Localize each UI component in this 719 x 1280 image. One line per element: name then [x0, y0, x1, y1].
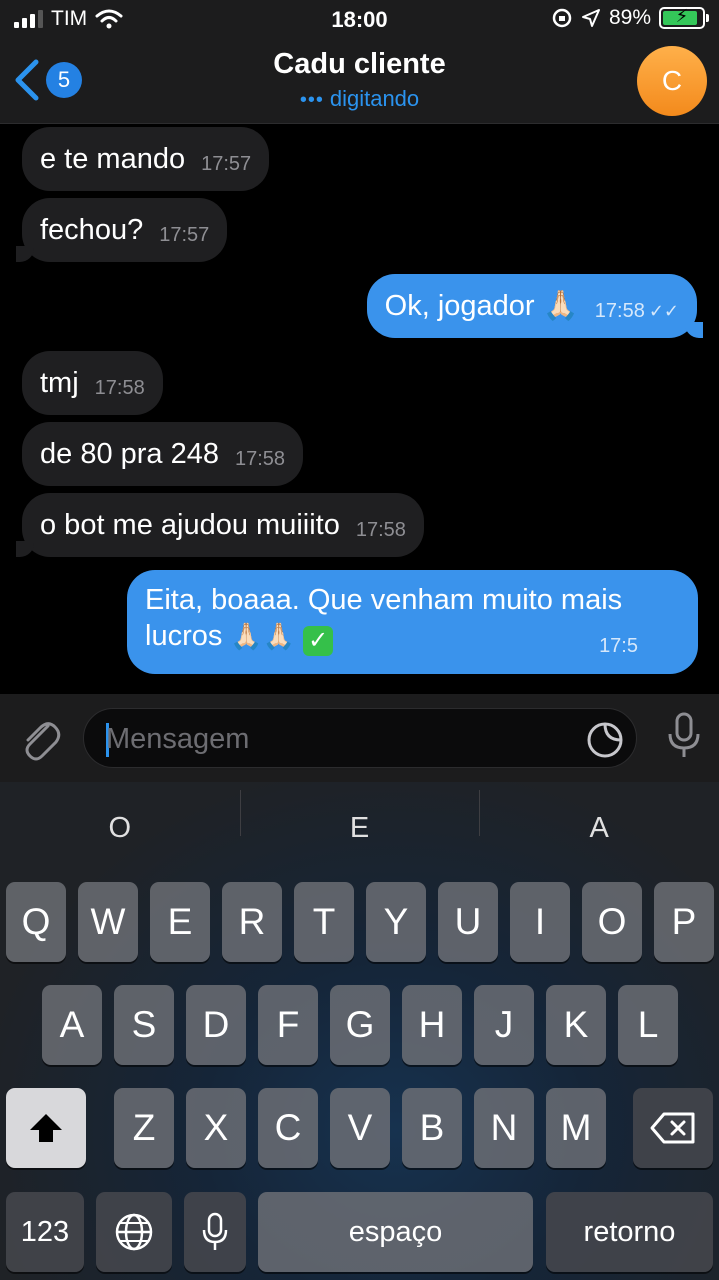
- microphone-icon[interactable]: [667, 712, 701, 760]
- message-time: 17:5: [599, 635, 638, 657]
- key-i[interactable]: I: [510, 882, 570, 962]
- keyboard: O E A Q W E R T Y U I O P A S D F G H J …: [0, 782, 719, 1280]
- key-w[interactable]: W: [78, 882, 138, 962]
- key-n[interactable]: N: [474, 1088, 534, 1168]
- key-y[interactable]: Y: [366, 882, 426, 962]
- key-b[interactable]: B: [402, 1088, 462, 1168]
- backspace-icon: [650, 1112, 695, 1144]
- key-z[interactable]: Z: [114, 1088, 174, 1168]
- key-e[interactable]: E: [150, 882, 210, 962]
- key-d[interactable]: D: [186, 985, 246, 1065]
- pray-emoji: 🙏🏻🙏🏻: [230, 621, 296, 651]
- message-time: 17:58: [234, 447, 286, 470]
- message-text: e te mando: [40, 142, 186, 175]
- key-o[interactable]: O: [582, 882, 642, 962]
- status-right: 89% ⚡: [551, 6, 709, 30]
- key-g[interactable]: G: [330, 985, 390, 1065]
- numbers-key[interactable]: 123: [6, 1192, 84, 1272]
- key-q[interactable]: Q: [6, 882, 66, 962]
- shift-key[interactable]: [6, 1088, 86, 1168]
- message-text: o bot me ajudou muiiito: [40, 508, 340, 541]
- check-mark-emoji: ✓: [303, 626, 334, 656]
- message-outgoing[interactable]: Eita, boaaa. Que venham muito mais lucro…: [127, 570, 698, 674]
- key-f[interactable]: F: [258, 985, 318, 1065]
- message-time: 17:58: [594, 299, 645, 322]
- message-text: tmj: [40, 366, 79, 399]
- key-l[interactable]: L: [618, 985, 678, 1065]
- key-k[interactable]: K: [546, 985, 606, 1065]
- paperclip-icon[interactable]: [18, 714, 62, 762]
- read-checks-icon: ✓✓: [648, 300, 679, 321]
- return-key[interactable]: retorno: [546, 1192, 713, 1272]
- suggestion-1[interactable]: O: [0, 812, 240, 845]
- message-incoming[interactable]: tmj 17:58: [22, 351, 163, 415]
- message-incoming[interactable]: de 80 pra 248 17:58: [22, 422, 304, 486]
- message-time: 17:58: [355, 518, 406, 541]
- avatar[interactable]: C: [637, 46, 707, 116]
- message-text: Ok, jogador 🙏🏻: [384, 290, 579, 322]
- suggestion-bar: O E A: [0, 782, 719, 874]
- key-r[interactable]: R: [222, 882, 282, 962]
- battery-icon: ⚡: [659, 6, 709, 29]
- typing-label: digitando: [329, 86, 420, 111]
- message-text-line-2: lucros: [145, 620, 223, 652]
- message-input-wrapper[interactable]: [83, 708, 637, 768]
- message-list[interactable]: e te mando 17:57 fechou? 17:57 Ok, jogad…: [0, 124, 719, 694]
- message-text: fechou?: [40, 213, 144, 246]
- message-incoming[interactable]: fechou? 17:57: [15, 198, 228, 262]
- globe-key[interactable]: [96, 1192, 172, 1272]
- suggestion-2[interactable]: E: [239, 789, 480, 845]
- key-s[interactable]: S: [114, 985, 174, 1065]
- key-x[interactable]: X: [186, 1088, 246, 1168]
- location-icon: [581, 9, 600, 27]
- key-m[interactable]: M: [546, 1088, 606, 1168]
- globe-icon: [115, 1213, 153, 1251]
- message-text-line-1: Eita, boaaa. Que venham muito mais: [145, 584, 623, 616]
- message-time: 17:57: [159, 223, 210, 246]
- space-key[interactable]: espaço: [258, 1192, 533, 1272]
- key-h[interactable]: H: [402, 985, 462, 1065]
- message-time: 17:57: [201, 152, 252, 175]
- message-time: 17:58: [94, 376, 145, 399]
- sticker-icon[interactable]: [586, 721, 624, 759]
- microphone-icon: [202, 1212, 228, 1250]
- key-t[interactable]: T: [294, 882, 354, 962]
- status-bar: TIM 18:00 89% ⚡: [0, 0, 719, 40]
- message-input[interactable]: [106, 719, 576, 759]
- suggestion-3[interactable]: A: [479, 789, 719, 845]
- message-outgoing[interactable]: Ok, jogador 🙏🏻 17:58 ✓✓: [366, 274, 704, 338]
- backspace-key[interactable]: [633, 1088, 713, 1168]
- key-c[interactable]: C: [258, 1088, 318, 1168]
- chat-header: 5 Cadu cliente ••• digitando C: [0, 40, 719, 124]
- message-text: de 80 pra 248: [40, 437, 219, 470]
- message-incoming[interactable]: o bot me ajudou muiiito 17:58: [16, 493, 424, 557]
- rotation-lock-icon: [552, 8, 572, 28]
- dictation-key[interactable]: [184, 1192, 246, 1272]
- chat-title[interactable]: Cadu cliente: [0, 48, 719, 81]
- key-p[interactable]: P: [654, 882, 714, 962]
- message-incoming[interactable]: e te mando 17:57: [22, 127, 270, 191]
- typing-status: ••• digitando: [0, 86, 719, 112]
- composer: [0, 694, 719, 782]
- battery-percent: 89%: [608, 6, 651, 29]
- key-u[interactable]: U: [438, 882, 498, 962]
- key-j[interactable]: J: [474, 985, 534, 1065]
- typing-dots-icon: •••: [299, 89, 324, 111]
- key-v[interactable]: V: [330, 1088, 390, 1168]
- key-a[interactable]: A: [42, 985, 102, 1065]
- shift-arrow-icon: [30, 1114, 62, 1142]
